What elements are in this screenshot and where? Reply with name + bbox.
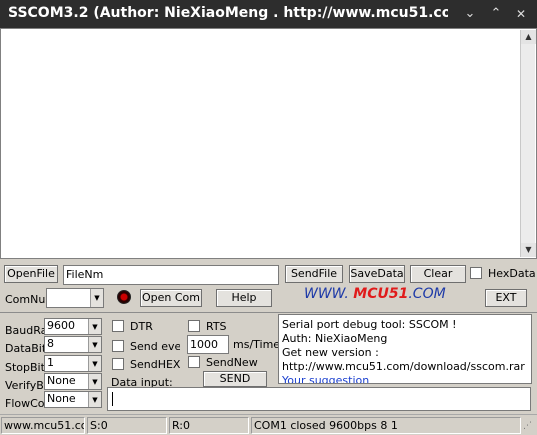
title-bar: SSCOM3.2 (Author: NieXiaoMeng . http://w…: [0, 0, 537, 28]
stopbits-select[interactable]: 1 ▼: [44, 355, 102, 372]
sendhex-checkbox[interactable]: [112, 358, 124, 370]
brand-suffix: .COM: [408, 286, 446, 302]
stopbits-label: StopBit: [5, 361, 45, 374]
filename-input[interactable]: FileNm: [63, 265, 279, 285]
download-link[interactable]: http://www.mcu51.com/download/sscom.rar: [279, 360, 531, 374]
databits-label: DataBit: [5, 342, 45, 355]
flowcontrol-select[interactable]: None ▼: [44, 391, 102, 408]
sendnew-checkbox[interactable]: [188, 356, 200, 368]
info-line: Get new version :: [282, 346, 379, 359]
send-button[interactable]: SEND: [203, 371, 267, 387]
status-received-count: R:0: [169, 417, 249, 434]
scroll-down-icon[interactable]: ▼: [521, 243, 536, 257]
hexdata-label: HexData: [488, 267, 536, 280]
dtr-label: DTR: [130, 320, 153, 333]
chevron-down-icon[interactable]: ▼: [88, 392, 101, 407]
chevron-down-icon[interactable]: ▼: [88, 337, 101, 352]
comnum-label: ComNu: [5, 293, 46, 306]
mcu51-brand-link[interactable]: WWW. MCU51.COM: [304, 286, 446, 302]
section-divider: [0, 312, 537, 313]
baudrate-select[interactable]: 9600 ▼: [44, 318, 102, 335]
send-every-label: Send eve: [130, 340, 180, 353]
port-status-led-icon: [117, 290, 131, 304]
baudrate-value: 9600: [47, 319, 75, 332]
clear-button[interactable]: Clear: [410, 265, 466, 283]
comnum-select[interactable]: ▼: [46, 288, 104, 308]
stopbits-value: 1: [47, 356, 54, 369]
resize-grip-icon[interactable]: ⋰: [523, 421, 535, 433]
info-line: Serial port debug tool: SSCOM !: [282, 318, 457, 331]
status-bar: www.mcu51.com S:0 R:0 COM1 closed 9600bp…: [0, 414, 537, 435]
ext-button[interactable]: EXT: [485, 289, 527, 307]
rts-label: RTS: [206, 320, 227, 333]
suggestion-link[interactable]: Your suggestion: [279, 374, 531, 383]
verify-label: VerifyB: [5, 379, 44, 392]
sendhex-label: SendHEX: [130, 358, 181, 371]
sendnew-label: SendNew: [206, 356, 258, 369]
chevron-down-icon[interactable]: ▼: [88, 319, 101, 334]
close-icon[interactable]: ✕: [511, 4, 531, 24]
receive-text-area[interactable]: [0, 28, 537, 259]
verify-value: None: [47, 374, 76, 387]
dtr-checkbox[interactable]: [112, 320, 124, 332]
hexdata-checkbox[interactable]: [470, 267, 482, 279]
chevron-down-icon[interactable]: ▼: [88, 374, 101, 389]
help-button[interactable]: Help: [216, 289, 272, 307]
openfile-button[interactable]: OpenFile: [4, 265, 58, 283]
send-every-checkbox[interactable]: [112, 340, 124, 352]
sendfile-button[interactable]: SendFile: [285, 265, 343, 283]
chevron-down-icon[interactable]: ▼: [90, 289, 103, 307]
databits-select[interactable]: 8 ▼: [44, 336, 102, 353]
info-panel: Serial port debug tool: SSCOM ! Auth: Ni…: [278, 314, 532, 384]
verify-select[interactable]: None ▼: [44, 373, 102, 390]
text-caret: [112, 392, 113, 406]
status-port-state: COM1 closed 9600bps 8 1: [251, 417, 521, 434]
flowcontrol-label: FlowCo: [5, 397, 45, 410]
interval-input[interactable]: 1000: [187, 335, 229, 354]
status-sent-count: S:0: [87, 417, 167, 434]
open-com-button[interactable]: Open Com: [140, 289, 202, 307]
window-title: SSCOM3.2 (Author: NieXiaoMeng . http://w…: [8, 5, 448, 21]
send-data-input[interactable]: [107, 387, 531, 411]
chevron-down-icon[interactable]: ▼: [88, 356, 101, 371]
minimize-icon[interactable]: ⌄: [460, 4, 480, 24]
interval-unit-label: ms/Time: [233, 338, 281, 351]
brand-prefix: WWW.: [304, 286, 349, 302]
flowcontrol-value: None: [47, 392, 76, 405]
scroll-up-icon[interactable]: ▲: [521, 30, 536, 44]
status-site: www.mcu51.com: [1, 417, 85, 434]
savedata-button[interactable]: SaveData: [349, 265, 405, 283]
brand-main: MCU51: [353, 286, 409, 302]
receive-vertical-scrollbar[interactable]: ▲ ▼: [520, 30, 536, 257]
baudrate-label: BaudRa: [5, 324, 45, 337]
rts-checkbox[interactable]: [188, 320, 200, 332]
info-line: Auth: NieXiaoMeng: [282, 332, 388, 345]
databits-value: 8: [47, 337, 54, 350]
maximize-icon[interactable]: ⌃: [486, 4, 506, 24]
